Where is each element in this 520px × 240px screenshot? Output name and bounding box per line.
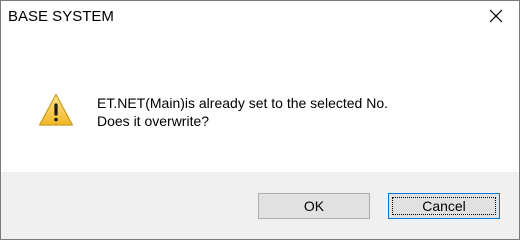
message-text: ET.NET(Main)is already set to the select… <box>97 94 388 130</box>
close-button[interactable] <box>473 1 519 32</box>
title-bar[interactable]: BASE SYSTEM <box>1 1 519 32</box>
close-icon <box>489 9 503 23</box>
ok-button[interactable]: OK <box>258 193 370 219</box>
message-line-1: ET.NET(Main)is already set to the select… <box>97 95 389 111</box>
warning-icon <box>38 93 74 126</box>
cancel-button-label: Cancel <box>422 198 466 214</box>
button-bar: OK Cancel <box>1 172 519 239</box>
window-title: BASE SYSTEM <box>8 8 114 25</box>
message-dialog: BASE SYSTEM ET.NET(Main)is already set t… <box>0 0 520 240</box>
dialog-body: ET.NET(Main)is already set to the select… <box>1 32 519 172</box>
message-line-2: Does it overwrite? <box>97 113 210 129</box>
ok-button-label: OK <box>303 198 325 214</box>
cancel-button[interactable]: Cancel <box>388 193 500 219</box>
